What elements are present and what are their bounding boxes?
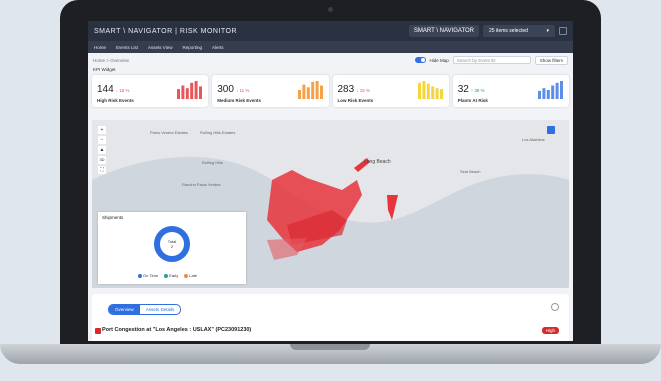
legend-item: Late	[184, 273, 197, 278]
kpi-bar	[417, 82, 421, 99]
kpi-card[interactable]: 144 ↓ 18 % High Risk Events	[92, 75, 209, 107]
kpi-bar	[435, 88, 439, 99]
kpi-value: 300	[217, 84, 234, 95]
severity-badge: High	[541, 327, 559, 334]
search-input[interactable]: Search by Event ID	[452, 56, 531, 64]
kpi-row: 144 ↓ 18 % High Risk Events 300 ↓ 11 % Mediu…	[88, 75, 573, 107]
main-nav: Home Events List Assets View Reporting A…	[88, 41, 573, 53]
kpi-card[interactable]: 32 ↑ 39 % Plants At Risk	[452, 75, 569, 107]
kpi-change: ↓ 11 %	[235, 88, 250, 93]
kpi-card[interactable]: 283 ↓ 15 % Low Risk Events	[332, 75, 449, 107]
breadcrumb[interactable]: Home > Overview	[93, 58, 129, 63]
kpi-value: 32	[457, 84, 469, 95]
kpi-change: ↑ 39 %	[470, 88, 485, 93]
laptop-notch	[290, 344, 370, 350]
hide-map-toggle[interactable]	[415, 57, 427, 63]
window-icon[interactable]	[559, 27, 567, 35]
kpi-bar	[546, 90, 550, 99]
fullscreen-icon[interactable]: ⛶	[98, 166, 106, 174]
kpi-bar	[439, 89, 443, 99]
3d-button[interactable]: 3D	[98, 156, 106, 164]
tab-assets-details[interactable]: Assets Details	[140, 305, 181, 314]
map-label: Los Alamitos	[522, 137, 545, 142]
kpi-bar	[297, 90, 301, 99]
kpi-sparkbars	[297, 81, 323, 99]
kpi-bar	[426, 83, 430, 99]
kpi-bar	[542, 88, 546, 99]
kpi-label: High Risk Events	[97, 98, 134, 103]
nav-assets-view[interactable]: Assets View	[148, 45, 172, 50]
shipments-panel: Shipments Total 2 On Time Early Late	[98, 212, 246, 284]
kpi-label: Plants At Risk	[457, 98, 488, 103]
kpi-bar	[306, 87, 310, 99]
legend-item: On Time	[138, 273, 158, 278]
kpi-bar	[430, 86, 434, 99]
chevron-down-icon: ▾	[546, 28, 549, 34]
nav-reporting[interactable]: Reporting	[182, 45, 202, 50]
kpi-change: ↓ 15 %	[356, 88, 370, 93]
event-panel: Overview Assets Details Port Congestion …	[92, 294, 569, 341]
close-icon[interactable]	[551, 303, 559, 311]
kpi-bar	[319, 85, 323, 99]
zoom-out-button[interactable]: −	[98, 136, 106, 144]
kpi-sparkbars	[177, 81, 203, 99]
kpi-value: 283	[337, 84, 355, 95]
kpi-label: Low Risk Events	[337, 98, 374, 103]
kpi-bar	[181, 85, 185, 99]
nav-home[interactable]: Home	[94, 45, 106, 50]
kpi-bar	[199, 86, 203, 99]
kpi-label: Medium Risk Events	[217, 98, 262, 103]
breadcrumb-row: Home > Overview Hide Map Search by Event…	[88, 53, 573, 67]
top-bar: SMART \ NAVIGATOR | RISK MONITOR SMART \…	[88, 21, 573, 41]
kpi-bar	[186, 88, 190, 99]
tab-overview[interactable]: Overview	[109, 305, 140, 314]
alert-icon	[95, 328, 101, 334]
map-label: Rancho Palos Verdes	[182, 182, 221, 187]
app-screen: SMART \ NAVIGATOR | RISK MONITOR SMART \…	[88, 21, 573, 341]
map-label: Palos Verdes Estates	[150, 130, 189, 135]
items-select[interactable]: 25 items selected ▾	[483, 25, 555, 37]
kpi-bar	[177, 89, 181, 99]
event-title[interactable]: Port Congestion at "Los Angeles : USLAX"…	[102, 327, 251, 333]
shipments-title: Shipments	[102, 215, 124, 220]
compass-icon[interactable]: ▲	[98, 146, 106, 154]
kpi-card[interactable]: 300 ↓ 11 % Medium Risk Events	[212, 75, 329, 107]
layers-icon[interactable]	[547, 126, 555, 134]
kpi-change: ↓ 18 %	[115, 88, 130, 93]
zoom-in-button[interactable]: +	[98, 126, 106, 134]
kpi-bar	[422, 81, 426, 99]
brand-pill: SMART \ NAVIGATOR	[408, 25, 479, 37]
kpi-bar	[551, 85, 555, 99]
kpi-title: KPI Widget	[93, 67, 116, 72]
nav-events-list[interactable]: Events List	[116, 45, 138, 50]
shipments-legend: On Time Early Late	[138, 273, 197, 278]
kpi-sparkbars	[417, 81, 443, 99]
hide-map-label: Hide Map	[429, 57, 449, 63]
map-label: Rolling Hills	[202, 160, 223, 165]
app-brand: SMART \ NAVIGATOR | RISK MONITOR	[94, 27, 238, 35]
kpi-bar	[555, 82, 559, 99]
donut-center: Total 2	[167, 239, 177, 249]
kpi-bar	[560, 81, 563, 99]
kpi-bar	[301, 84, 305, 99]
kpi-value: 144	[97, 84, 114, 95]
kpi-bar	[315, 81, 319, 99]
map-label: Long Beach	[364, 159, 391, 165]
show-filters-button[interactable]: Show filters	[534, 55, 568, 65]
kpi-bar	[310, 81, 314, 99]
map-panel[interactable]: + − ▲ 3D ⛶ Palos Verdes Estates Rolling …	[92, 120, 569, 288]
kpi-sparkbars	[538, 81, 563, 99]
map-label: Seal Beach	[460, 169, 481, 174]
kpi-bar	[194, 81, 198, 99]
camera-icon	[328, 7, 333, 12]
map-label: Rolling Hills Estates	[200, 130, 236, 135]
legend-item: Early	[164, 273, 178, 278]
kpi-bar	[190, 82, 194, 99]
kpi-bar	[538, 90, 541, 99]
tab-bar: Overview Assets Details	[108, 304, 182, 315]
nav-alerts[interactable]: Alerts	[212, 45, 224, 50]
